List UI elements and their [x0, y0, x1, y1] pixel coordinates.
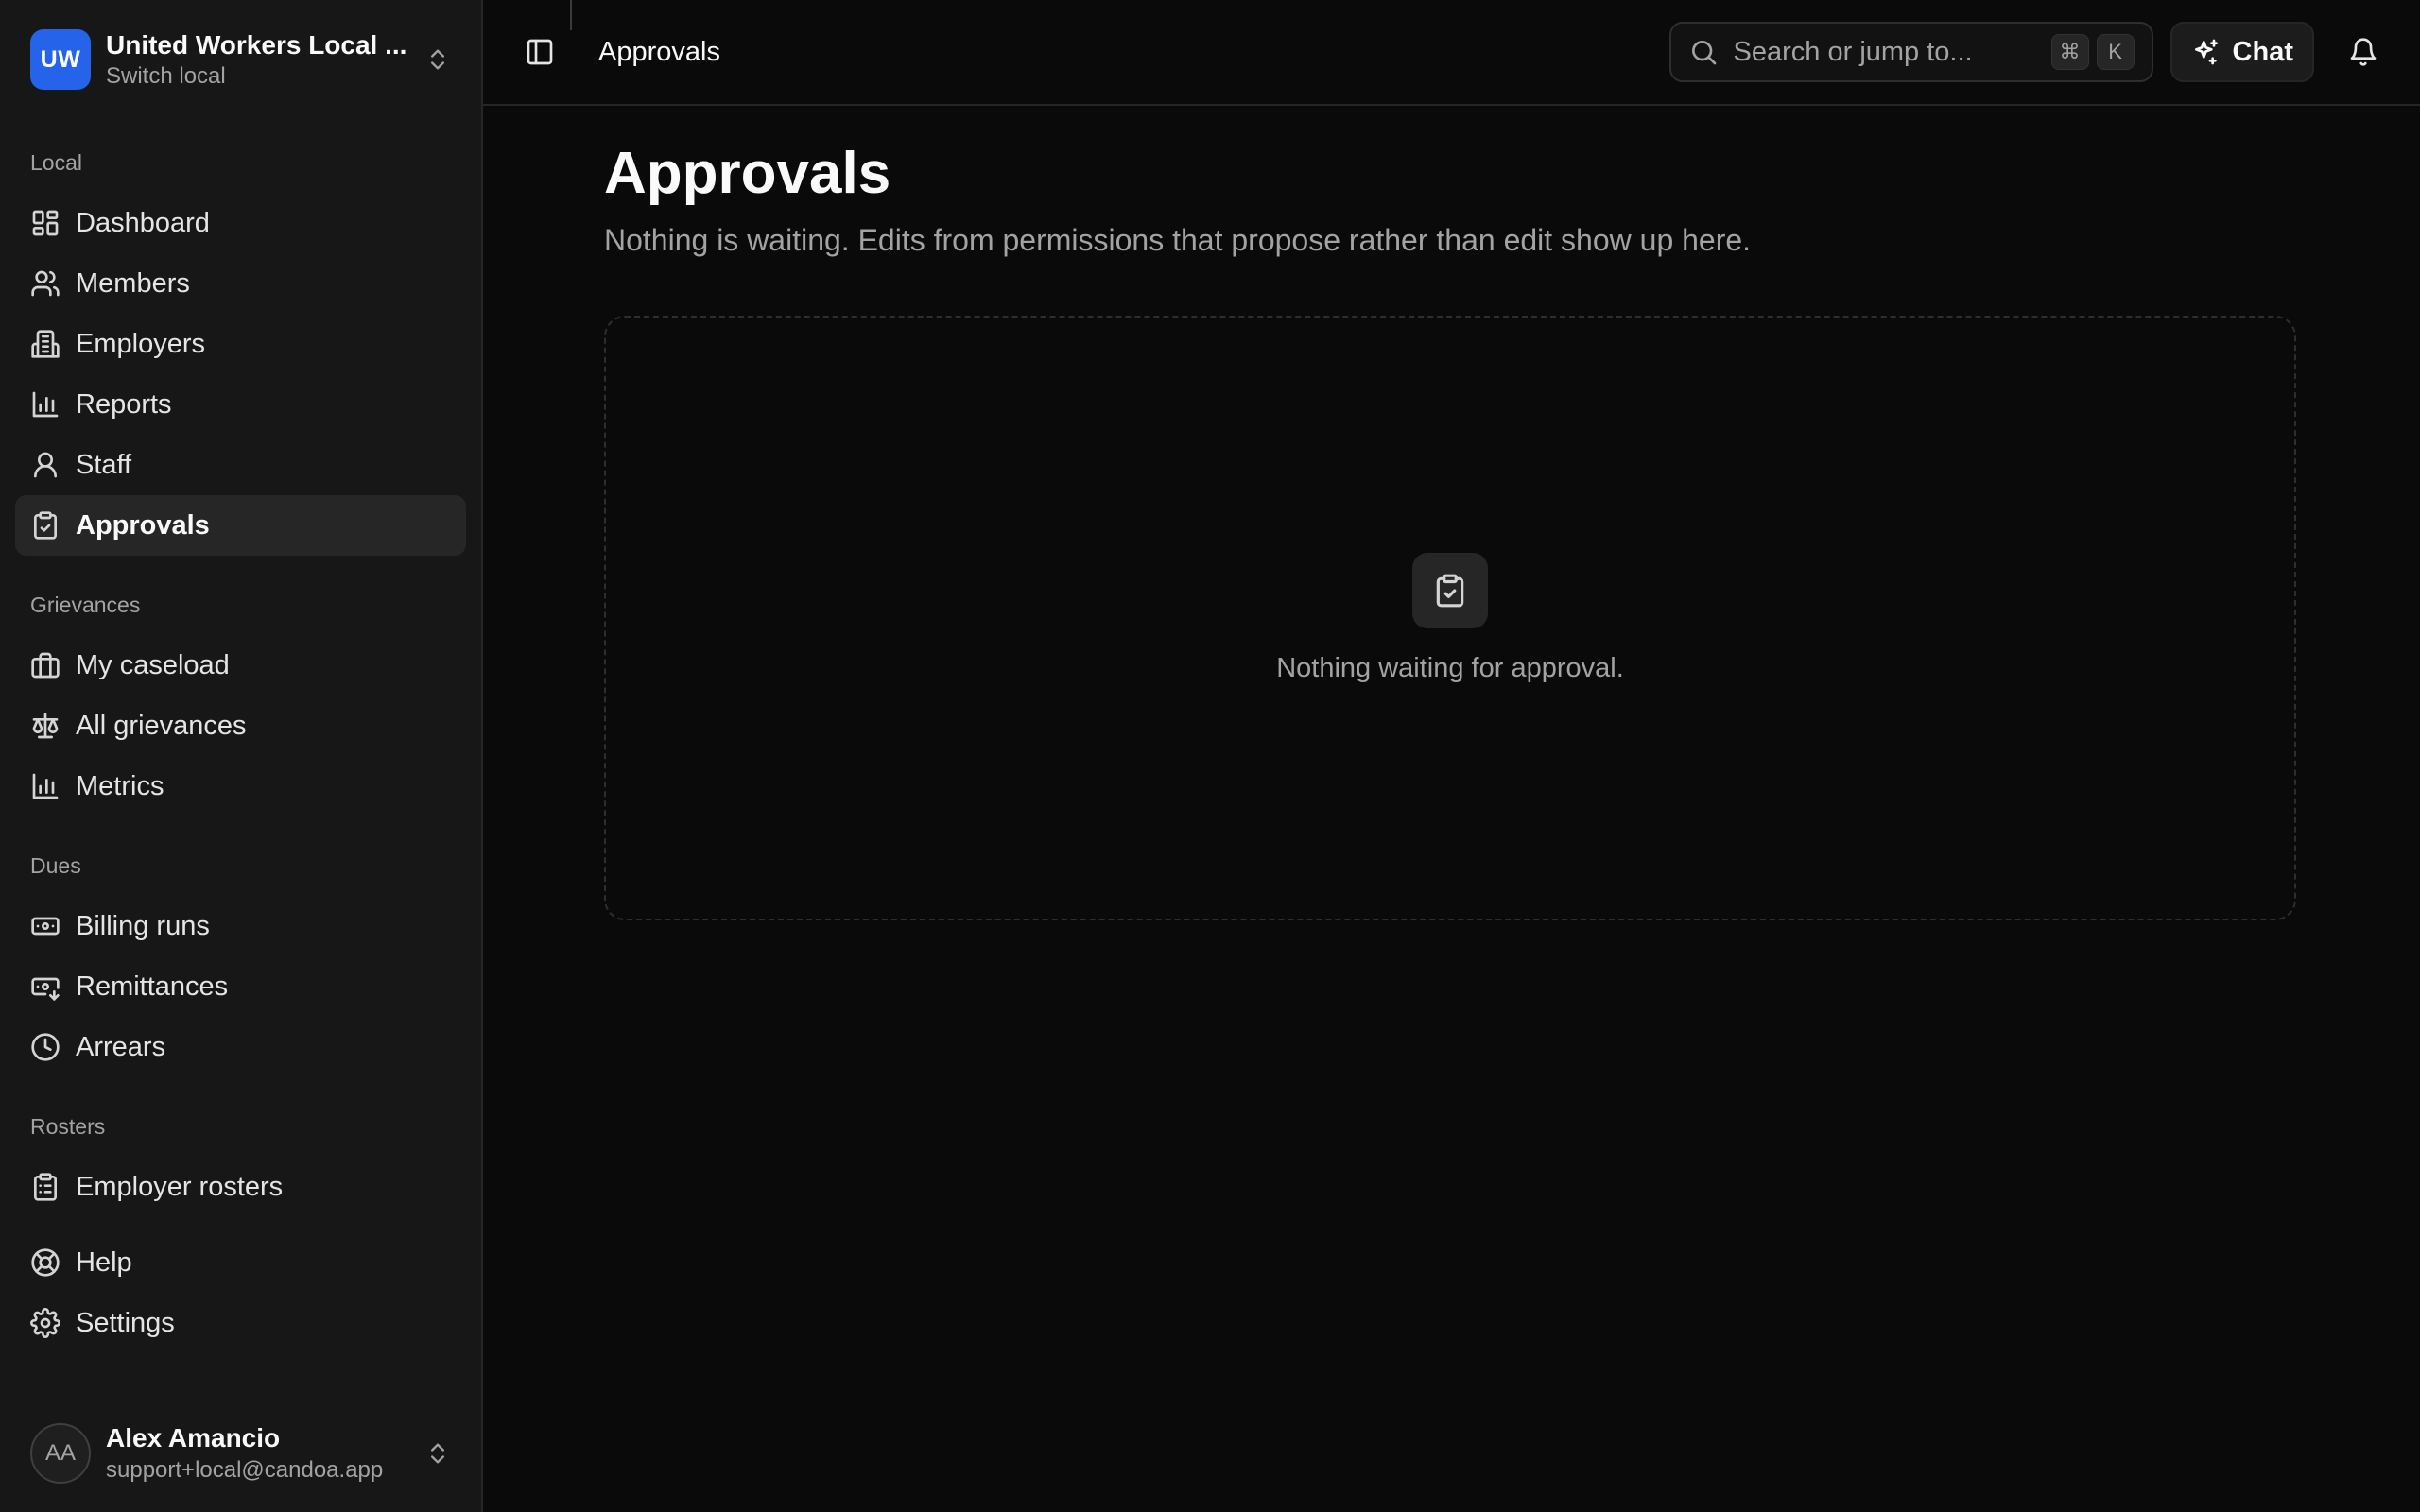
sidebar-section-local: Local: [30, 150, 82, 175]
sidebar-item-help[interactable]: Help: [15, 1232, 466, 1293]
sidebar-item-label: Arrears: [76, 1032, 166, 1062]
sidebar-nav: Local Dashboard Members Employers Reports Sta…: [0, 119, 481, 1353]
org-badge: UW: [30, 29, 91, 90]
shortcut-mod-key: ⌘: [2050, 34, 2089, 70]
sidebar-item-label: Help: [76, 1247, 132, 1278]
sidebar-item-label: Approvals: [76, 510, 210, 541]
search-icon: [1691, 41, 1716, 65]
sidebar-item-label: Settings: [76, 1308, 175, 1338]
empty-state: Nothing waiting for approval.: [604, 316, 2296, 920]
clipboard-check-icon: [1436, 574, 1464, 607]
sidebar-item-metrics[interactable]: Metrics: [15, 756, 466, 816]
chevrons-up-down-icon: [431, 1443, 444, 1464]
briefcase-icon: [31, 652, 60, 679]
sidebar-item-label: Reports: [76, 389, 172, 420]
sidebar-item-label: My caseload: [76, 650, 230, 680]
gear-icon: [30, 1308, 60, 1338]
lifebuoy-icon: [31, 1248, 60, 1277]
user-email: support+local@candoa.app: [106, 1457, 384, 1483]
sidebar-item-label: Members: [76, 268, 190, 299]
chevrons-up-down-icon: [431, 49, 444, 70]
users-icon: [31, 270, 60, 297]
clock-icon: [31, 1033, 60, 1061]
topbar: Approvals Search or jump to... ⌘ K Chat: [483, 0, 2420, 106]
user-icon: [34, 452, 57, 478]
sidebar-item-label: Remittances: [76, 971, 229, 1002]
sidebar-item-arrears[interactable]: Arrears: [15, 1017, 466, 1077]
sidebar-item-label: All grievances: [76, 711, 247, 741]
building-icon: [31, 330, 60, 358]
main-area: Approvals Search or jump to... ⌘ K Chat …: [483, 0, 2420, 1512]
avatar: AA: [30, 1423, 91, 1484]
bar-chart-icon: [32, 773, 59, 799]
sidebar-item-my-caseload[interactable]: My caseload: [15, 635, 466, 696]
sidebar-section-grievances: Grievances: [30, 593, 141, 617]
sidebar-item-employers[interactable]: Employers: [15, 314, 466, 374]
topbar-divider: [570, 0, 572, 30]
sidebar-item-label: Employers: [76, 329, 205, 359]
chat-label: Chat: [2232, 36, 2293, 67]
shortcut-k-key: K: [2096, 34, 2135, 70]
org-switch-label: Switch local: [106, 63, 226, 89]
sidebar-item-label: Staff: [76, 450, 132, 480]
banknote-icon: [31, 917, 60, 936]
sidebar-item-approvals[interactable]: Approvals: [15, 495, 466, 556]
banknote-arrow-icon: [31, 977, 60, 1001]
panel-left-icon: [527, 39, 553, 65]
sidebar-item-label: Employer rosters: [76, 1172, 284, 1202]
org-name: United Workers Local ...: [106, 30, 407, 60]
page-content: Approvals Nothing is waiting. Edits from…: [483, 106, 2420, 920]
sidebar: UW United Workers Local ... Switch local…: [0, 0, 483, 1512]
user-name: Alex Amancio: [106, 1423, 281, 1452]
empty-state-text: Nothing waiting for approval.: [1276, 652, 1624, 683]
breadcrumb: Approvals: [598, 36, 720, 67]
page-subtitle: Nothing is waiting. Edits from permissio…: [604, 223, 1752, 257]
sidebar-item-employer-rosters[interactable]: Employer rosters: [15, 1157, 466, 1217]
sidebar-item-all-grievances[interactable]: All grievances: [15, 696, 466, 756]
sidebar-item-label: Billing runs: [76, 911, 210, 941]
sidebar-section-rosters: Rosters: [30, 1114, 106, 1139]
sidebar-item-remittances[interactable]: Remittances: [15, 956, 466, 1017]
scale-icon: [32, 713, 59, 739]
bar-chart-icon: [32, 391, 59, 418]
sparkles-icon: [2194, 39, 2218, 65]
sidebar-item-label: Metrics: [76, 771, 164, 801]
bell-icon: [2350, 38, 2377, 66]
sidebar-item-dashboard[interactable]: Dashboard: [15, 193, 466, 253]
search-input[interactable]: Search or jump to... ⌘ K: [1668, 22, 2153, 82]
dashboard-icon: [32, 210, 59, 236]
sidebar-item-staff[interactable]: Staff: [15, 435, 466, 495]
org-switcher[interactable]: UW United Workers Local ... Switch local: [0, 0, 481, 119]
chat-button[interactable]: Chat: [2169, 22, 2314, 82]
user-menu[interactable]: AA Alex Amancio support+local@candoa.app: [0, 1395, 481, 1512]
sidebar-section-dues: Dues: [30, 853, 81, 878]
sidebar-item-billing-runs[interactable]: Billing runs: [15, 896, 466, 956]
clipboard-list-icon: [34, 1173, 57, 1201]
sidebar-item-settings[interactable]: Settings: [15, 1293, 466, 1353]
page-title: Approvals: [604, 141, 891, 206]
sidebar-item-label: Dashboard: [76, 208, 210, 238]
notifications-button[interactable]: [2337, 26, 2390, 78]
clipboard-check-icon: [34, 511, 57, 540]
empty-state-icon-wrap: [1412, 552, 1488, 628]
search-placeholder: Search or jump to...: [1733, 36, 1973, 67]
sidebar-item-members[interactable]: Members: [15, 253, 466, 314]
sidebar-item-reports[interactable]: Reports: [15, 374, 466, 435]
sidebar-toggle-button[interactable]: [513, 26, 566, 78]
